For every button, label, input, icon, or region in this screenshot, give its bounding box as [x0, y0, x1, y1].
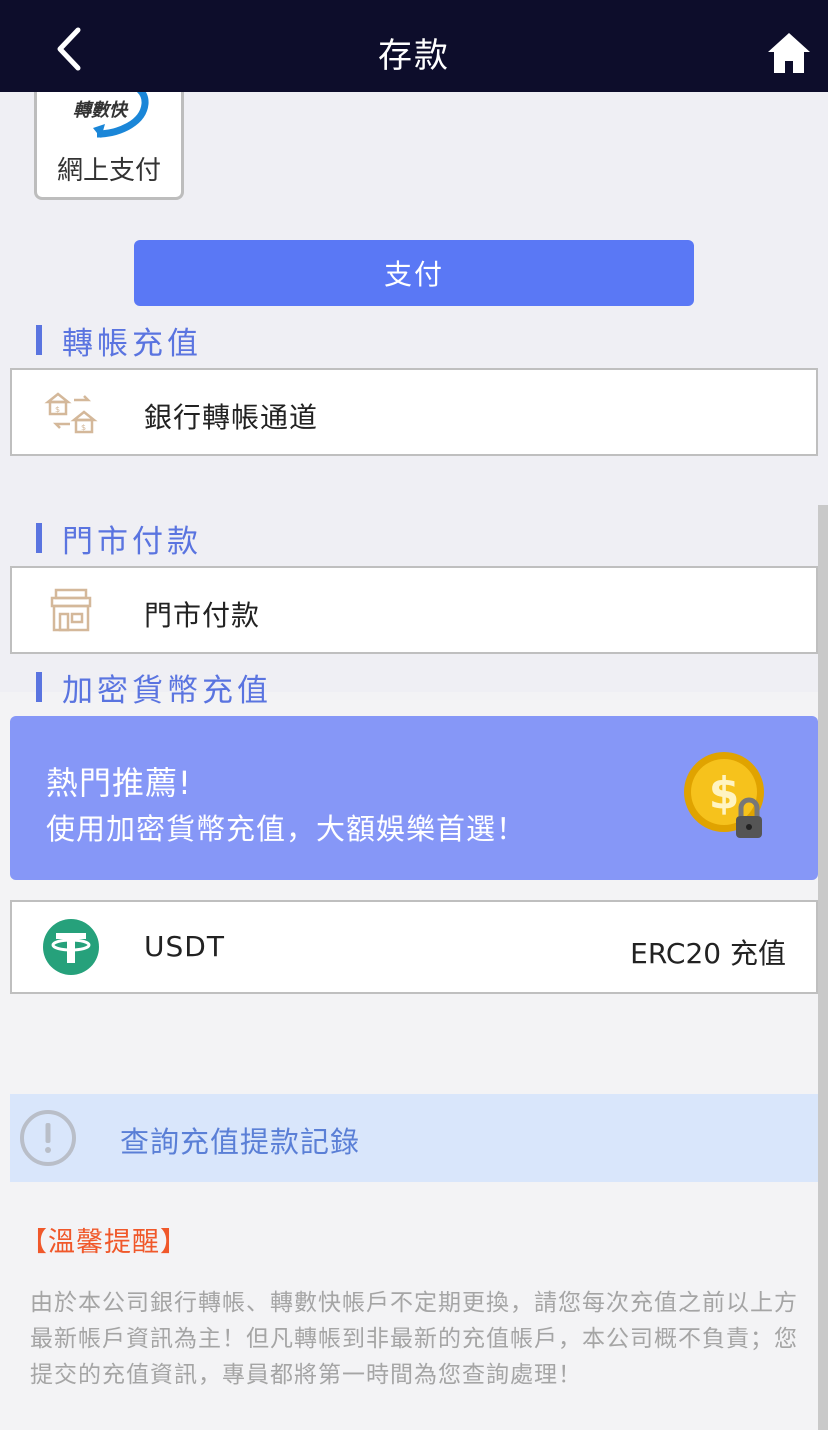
svg-text:轉數快: 轉數快	[73, 100, 129, 121]
section-heading-transfer: 轉帳充值	[36, 322, 202, 362]
notice-title: 【溫馨提醒】	[20, 1227, 188, 1258]
pay-button[interactable]: 支付	[134, 240, 694, 306]
section-accent-bar	[36, 523, 42, 553]
promo-subtitle: 使用加密貨幣充值，大額娛樂首選！	[46, 812, 527, 846]
bank-transfer-label: 銀行轉帳通道	[144, 401, 319, 434]
page-title: 存款	[378, 36, 450, 76]
coin-lock-icon: $	[684, 752, 764, 838]
tether-icon	[43, 919, 99, 975]
usdt-label: USDT	[144, 930, 225, 963]
bank-transfer-row[interactable]: $ $ 銀行轉帳通道	[10, 368, 818, 456]
section-accent-bar	[36, 672, 42, 702]
section-heading-crypto-text: 加密貨幣充值	[62, 672, 272, 709]
store-icon	[50, 588, 92, 632]
svg-text:$: $	[709, 768, 740, 819]
query-records-label: 查詢充值提款記錄	[120, 1125, 361, 1159]
section-accent-bar	[36, 325, 42, 355]
svg-text:$: $	[81, 423, 86, 432]
notice-body: 由於本公司銀行轉帳、轉數快帳戶不定期更換，請您每次充值之前以上方最新帳戶資訊為主…	[30, 1290, 798, 1388]
home-icon	[768, 33, 810, 73]
query-records-button[interactable]: 查詢充值提款記錄	[10, 1094, 818, 1182]
payment-method-label: 網上支付	[56, 156, 161, 186]
top-bar: 存款	[0, 0, 828, 92]
bank-transfer-icon: $ $	[44, 392, 98, 434]
promo-title: 熱門推薦!	[46, 764, 192, 802]
section-heading-crypto: 加密貨幣充值	[36, 669, 272, 709]
section-heading-store-text: 門市付款	[62, 523, 202, 560]
store-payment-row[interactable]: 門市付款	[10, 566, 818, 654]
crypto-promo-banner[interactable]: 熱門推薦! 使用加密貨幣充值，大額娛樂首選！ $	[10, 716, 818, 880]
scrollbar[interactable]	[818, 505, 828, 1430]
section-heading-transfer-text: 轉帳充值	[62, 325, 202, 362]
usdt-network-label: ERC20 充值	[630, 937, 786, 970]
payment-method-tile[interactable]: 轉數快 網上支付	[34, 80, 184, 200]
exclamation-circle-icon	[20, 1110, 76, 1166]
usdt-row[interactable]: USDT ERC20 充值	[10, 900, 818, 994]
section-heading-store: 門市付款	[36, 520, 202, 560]
store-payment-label: 門市付款	[144, 599, 261, 632]
home-button[interactable]	[766, 30, 812, 76]
svg-text:$: $	[55, 405, 60, 414]
